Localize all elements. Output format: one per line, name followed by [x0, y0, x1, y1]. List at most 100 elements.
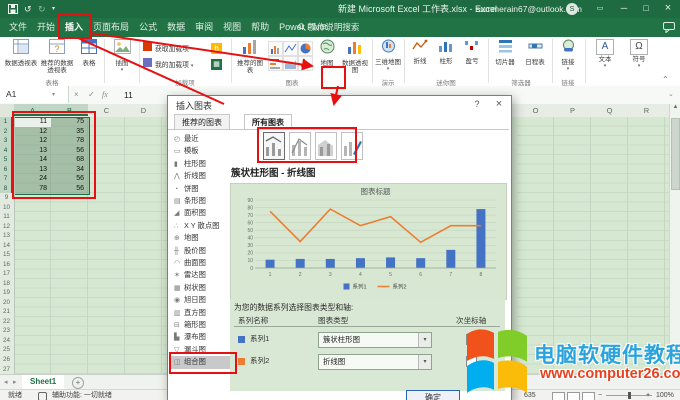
- scrollbar-thumb[interactable]: [671, 118, 680, 190]
- row-header-22[interactable]: 22: [0, 317, 13, 327]
- ribbon-tab-6[interactable]: 审阅: [190, 18, 218, 37]
- chart-type-radar[interactable]: ✶雷达图: [171, 269, 230, 281]
- pivot-table-button[interactable]: 数据透视表: [4, 38, 38, 76]
- slicer-button[interactable]: 切片器: [491, 38, 519, 76]
- row-header-12[interactable]: 12: [0, 222, 13, 232]
- pivot-chart-button[interactable]: 数据透视图: [340, 38, 370, 76]
- ok-button[interactable]: 确定: [406, 390, 460, 400]
- ribbon-tab-0[interactable]: 文件: [4, 18, 32, 37]
- col-header-O[interactable]: O: [517, 104, 554, 116]
- cancel-entry-icon[interactable]: ×: [74, 86, 79, 104]
- text-button[interactable]: A 文本 ▾: [590, 38, 620, 76]
- timeline-button[interactable]: 日程表: [521, 38, 549, 76]
- collapse-ribbon-icon[interactable]: ⌃: [662, 75, 669, 84]
- symbol-button[interactable]: Ω 符号 ▾: [624, 38, 654, 76]
- row-header-18[interactable]: 18: [0, 279, 13, 289]
- dialog-close-button[interactable]: ×: [488, 96, 510, 112]
- chart-type-bar[interactable]: ▤条形图: [171, 195, 230, 207]
- cell-A6[interactable]: 13: [14, 165, 50, 175]
- sparkline-line-button[interactable]: 折线: [408, 38, 432, 76]
- illustrations-button[interactable]: 插图 ▾: [108, 38, 136, 76]
- chart-type-sunburst[interactable]: ◉旭日图: [171, 294, 230, 306]
- row-header-6[interactable]: 6: [0, 165, 13, 175]
- close-button[interactable]: ×: [658, 0, 678, 18]
- row-header-13[interactable]: 13: [0, 231, 13, 241]
- ribbon-tab-8[interactable]: 帮助: [246, 18, 274, 37]
- confirm-entry-icon[interactable]: ✓: [88, 86, 95, 104]
- tab-all-charts[interactable]: 所有图表: [244, 114, 292, 130]
- chart-type-combo[interactable]: ◫组合图: [171, 356, 230, 368]
- scatter-chart-mini-icon[interactable]: [298, 56, 313, 71]
- row-header-24[interactable]: 24: [0, 336, 13, 346]
- chart-type-templates[interactable]: ▭模板: [171, 145, 230, 157]
- row-header-9[interactable]: 9: [0, 193, 13, 203]
- accessibility-status[interactable]: 辅助功能: 一切就绪: [52, 390, 112, 400]
- normal-view-icon[interactable]: [552, 392, 565, 400]
- line-chart-mini-icon[interactable]: [283, 41, 298, 56]
- col-header-Q[interactable]: Q: [591, 104, 628, 116]
- row-header-25[interactable]: 25: [0, 345, 13, 355]
- bar-chart-mini-icon[interactable]: [268, 56, 283, 71]
- row-header-7[interactable]: 7: [0, 174, 13, 184]
- zoom-slider-thumb[interactable]: [628, 392, 631, 399]
- zoom-level[interactable]: 100%: [656, 390, 674, 400]
- minimize-button[interactable]: ─: [614, 0, 634, 18]
- row-header-11[interactable]: 11: [0, 212, 13, 222]
- cell-B2[interactable]: 35: [51, 127, 87, 137]
- expand-formula-bar-icon[interactable]: ⌄: [668, 86, 674, 104]
- chart-type-histogram[interactable]: ▥直方图: [171, 307, 230, 319]
- undo-icon[interactable]: ↺: [24, 0, 32, 18]
- chart-type-treemap[interactable]: ▦树状图: [171, 282, 230, 294]
- row-header-14[interactable]: 14: [0, 241, 13, 251]
- chart-type-waterfall[interactable]: ▙瀑布图: [171, 331, 230, 343]
- chart-type-surface[interactable]: ◠曲面图: [171, 257, 230, 269]
- subtype-custom-combination[interactable]: [341, 132, 363, 160]
- page-break-view-icon[interactable]: [582, 392, 595, 400]
- table-button[interactable]: 表格: [76, 38, 102, 76]
- subtype-stacked-area-column[interactable]: [315, 132, 337, 160]
- row-header-1[interactable]: 1: [0, 117, 13, 127]
- ribbon-tab-4[interactable]: 公式: [134, 18, 162, 37]
- col-header-P[interactable]: P: [554, 104, 591, 116]
- subtype-clustered-column-line[interactable]: [263, 132, 285, 160]
- maximize-button[interactable]: □: [636, 0, 656, 18]
- sheet-nav-right-icon[interactable]: ▸: [13, 375, 17, 390]
- bing-maps-icon[interactable]: b: [211, 43, 222, 54]
- chart-type-recent[interactable]: ◴最近: [171, 133, 230, 145]
- tab-recommended-charts[interactable]: 推荐的图表: [174, 114, 230, 130]
- cell-A1[interactable]: 11: [14, 117, 50, 127]
- row-header-27[interactable]: 27: [0, 365, 13, 375]
- zoom-out-icon[interactable]: −: [598, 390, 602, 400]
- cell-B4[interactable]: 56: [51, 146, 87, 156]
- chart-type-column[interactable]: ▮柱形图: [171, 158, 230, 170]
- row-header-8[interactable]: 8: [0, 184, 13, 194]
- sheet-nav-left-icon[interactable]: ◂: [4, 375, 8, 390]
- redo-icon[interactable]: ↻: [38, 0, 46, 18]
- row-header-17[interactable]: 17: [0, 269, 13, 279]
- sparkline-column-button[interactable]: 柱形: [434, 38, 458, 76]
- ribbon-tab-1[interactable]: 开始: [32, 18, 60, 37]
- col-header-R[interactable]: R: [628, 104, 665, 116]
- cell-B3[interactable]: 78: [51, 136, 87, 146]
- secondary-axis-checkbox[interactable]: [466, 356, 477, 367]
- recommended-charts-button[interactable]: 推荐的图表: [234, 38, 266, 76]
- row-header-16[interactable]: 16: [0, 260, 13, 270]
- save-icon[interactable]: [8, 4, 18, 14]
- map3d-button[interactable]: 三维地图 ▾: [375, 38, 401, 76]
- insert-function-icon[interactable]: fx: [102, 86, 108, 104]
- cell-B7[interactable]: 56: [51, 174, 87, 184]
- zoom-in-icon[interactable]: +: [646, 390, 650, 400]
- pie-chart-mini-icon[interactable]: [298, 41, 313, 56]
- row-header-2[interactable]: 2: [0, 127, 13, 137]
- cell-A5[interactable]: 14: [14, 155, 50, 165]
- name-box-arrow-icon[interactable]: ▾: [52, 86, 55, 104]
- cell-B5[interactable]: 68: [51, 155, 87, 165]
- chart-type-pie[interactable]: ◔饼图: [171, 183, 230, 195]
- page-layout-view-icon[interactable]: [567, 392, 580, 400]
- secondary-axis-checkbox[interactable]: [466, 334, 477, 345]
- my-addins-button[interactable]: 我的加载项 ▾: [143, 58, 209, 72]
- name-box[interactable]: A1: [0, 86, 69, 103]
- row-header-4[interactable]: 4: [0, 146, 13, 156]
- cell-B8[interactable]: 56: [51, 184, 87, 194]
- chart-type-funnel[interactable]: ▽漏斗图: [171, 344, 230, 356]
